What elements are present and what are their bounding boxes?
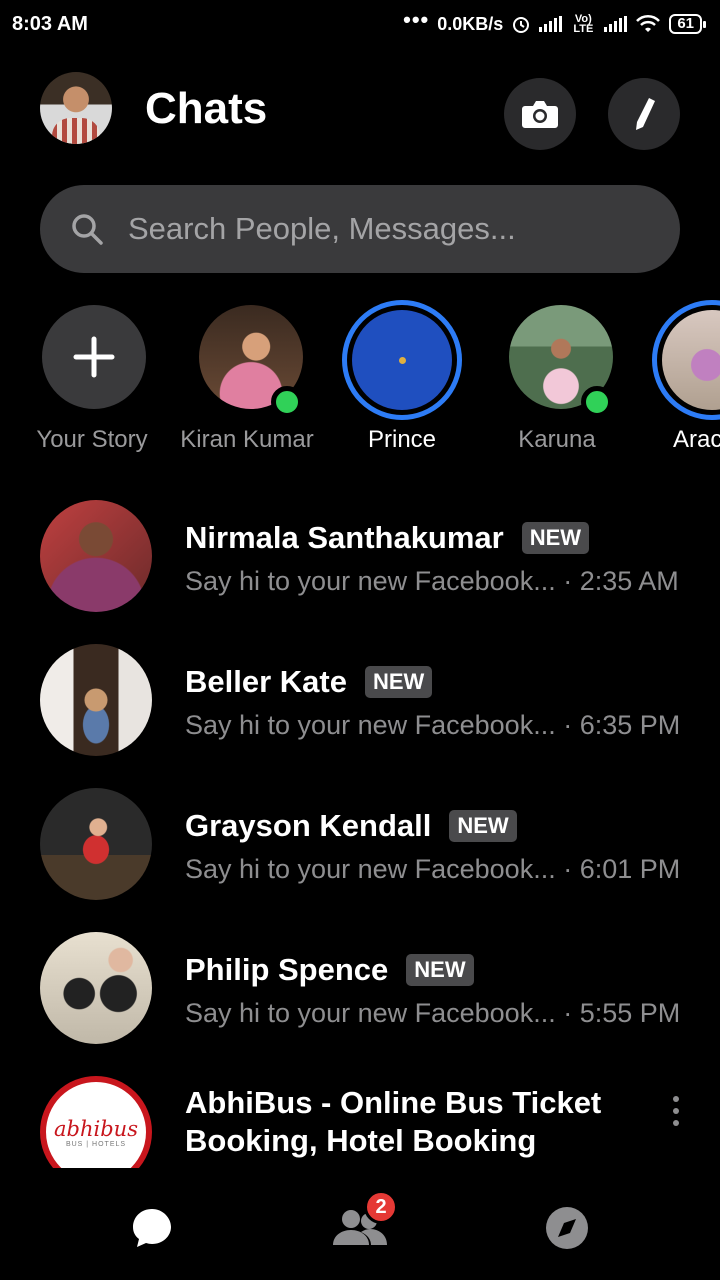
chat-preview: Say hi to your new Facebook... · 5:55 PM [185,998,681,1028]
story-karuna[interactable]: Karuna [482,300,632,454]
alarm-icon [513,17,530,33]
story-arac[interactable]: Arac [637,300,720,454]
chat-preview: Say hi to your new Facebook... · 2:35 AM [185,566,679,596]
story-prince[interactable]: Prince [327,300,477,454]
stories-row: Your Story Kiran Kumar Prince Karuna Ara… [0,300,720,470]
profile-avatar[interactable] [40,72,112,144]
chat-name: Grayson Kendall [185,808,432,843]
chat-list: Nirmala Santhakumar NEW Say hi to your n… [0,490,720,1210]
chat-title-line: Nirmala Santhakumar NEW [185,520,590,556]
new-badge: NEW [406,954,474,986]
story-your-story[interactable]: Your Story [17,300,167,454]
abhibus-logo-subtext: BUS | HOTELS [65,1140,127,1148]
status-icons: ••• 0.0KB/s Vo) LTE 61 [403,7,708,35]
chat-bubble-icon [133,1209,171,1247]
more-notifications-icon: ••• [403,7,430,32]
chat-avatar [40,932,152,1044]
online-indicator [271,386,303,418]
plus-icon [73,336,115,378]
story-avatar-ring [32,300,152,420]
people-notification-badge: 2 [364,1190,398,1224]
lte-label: Vo) LTE [573,13,594,35]
chat-row[interactable]: Grayson Kendall NEW Say hi to your new F… [0,778,720,922]
chat-name: AbhiBus - Online Bus Ticket Booking, Hot… [185,1085,602,1158]
story-avatar-ring [652,300,720,420]
new-badge: NEW [364,666,433,698]
nav-people-tab[interactable]: 2 [330,1190,398,1258]
compass-icon [546,1207,588,1249]
abhibus-logo-text: abhibus [54,1116,138,1141]
chat-row[interactable]: Beller Kate NEW Say hi to your new Faceb… [0,634,720,778]
story-kiran-kumar[interactable]: Kiran Kumar [172,300,322,454]
story-avatar-ring [497,300,617,420]
chat-preview: Say hi to your new Facebook... · 6:35 PM [185,710,681,740]
chat-preview: Say hi to your new Facebook... · 6:01 PM [185,854,681,884]
story-label: Kiran Kumar [180,426,314,453]
story-avatar [662,310,720,410]
battery-indicator: 61 [669,14,706,34]
camera-button[interactable] [504,78,576,150]
search-icon [72,214,103,245]
add-story-circle [42,305,146,409]
chat-name: Beller Kate [185,664,347,699]
signal-icon [539,16,563,32]
chat-avatar [40,644,152,756]
camera-icon [522,101,558,128]
chat-name: Philip Spence [185,952,389,987]
header: Chats [0,70,720,150]
pencil-icon [636,98,655,130]
chat-row[interactable]: Philip Spence NEW Say hi to your new Fac… [0,922,720,1066]
story-avatar-ring [342,300,462,420]
search-bar[interactable] [40,185,680,273]
story-avatar-ring [187,300,307,420]
story-label: Your Story [36,426,148,453]
wifi-icon [636,14,661,32]
new-badge: NEW [449,810,517,842]
search-input[interactable] [128,211,648,247]
status-bar: 8:03 AM ••• 0.0KB/s Vo) LTE 61 [0,0,720,48]
status-time: 8:03 AM [12,12,88,35]
nav-discover-tab[interactable] [537,1198,597,1258]
online-indicator [581,386,613,418]
compose-button[interactable] [608,78,680,150]
page-title: Chats [145,84,268,133]
signal-icon-2 [604,16,628,32]
chat-title-line: Philip Spence NEW [185,952,474,988]
chat-avatar [40,500,152,612]
emoji-dot [398,356,406,364]
chat-name: Nirmala Santhakumar [185,520,504,555]
chat-row[interactable]: Nirmala Santhakumar NEW Say hi to your n… [0,490,720,634]
story-avatar [352,310,452,410]
more-options-icon[interactable] [672,1096,680,1126]
chat-avatar [40,788,152,900]
chat-title-line: Grayson Kendall NEW [185,808,517,844]
bottom-nav: 2 [0,1168,720,1280]
network-speed: 0.0KB/s [437,13,504,34]
story-label: Karuna [518,426,596,453]
story-label: Arac [673,426,720,453]
chat-title-line: Beller Kate NEW [185,664,433,700]
nav-chats-tab[interactable] [122,1198,182,1258]
new-badge: NEW [521,522,590,554]
story-label: Prince [367,426,437,453]
